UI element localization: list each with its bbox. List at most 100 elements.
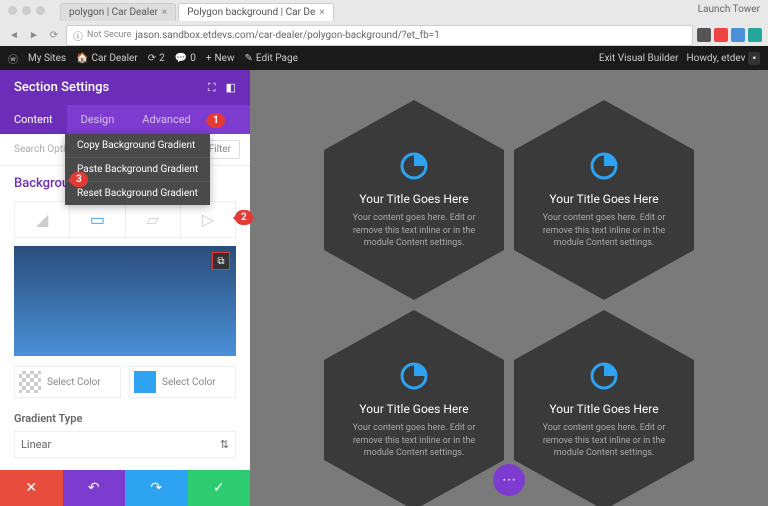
search-row: Search Options + Filter Copy Background …	[0, 134, 250, 166]
drag-icon[interactable]: ◧	[226, 81, 236, 95]
browser-tab-active[interactable]: Polygon background | Car De ×	[178, 3, 333, 21]
image-icon: ▱	[146, 210, 158, 229]
canvas[interactable]: Your Title Goes Here Your content goes h…	[250, 70, 768, 506]
hex-text: Your content goes here. Edit or remove t…	[534, 422, 674, 460]
hexagon-module[interactable]: Your Title Goes Here Your content goes h…	[514, 310, 694, 506]
address-bar: ◄ ► ⟳ ⓘ Not Secure jason.sandbox.etdevs.…	[0, 24, 768, 46]
avatar: ▪	[748, 52, 760, 65]
chevron-down-icon: ⇅	[220, 438, 229, 451]
hex-text: Your content goes here. Edit or remove t…	[534, 212, 674, 250]
maximize-window[interactable]	[36, 6, 45, 15]
tab-title: polygon | Car Dealer	[69, 7, 158, 18]
back-icon[interactable]: ◄	[6, 27, 22, 43]
security-label: Not Secure	[87, 30, 131, 40]
url-field[interactable]: ⓘ Not Secure jason.sandbox.etdevs.com/ca…	[66, 25, 693, 46]
minimize-window[interactable]	[22, 6, 31, 15]
bg-image-tab[interactable]: ▱	[126, 202, 181, 237]
swatch	[19, 371, 41, 393]
swatch	[134, 371, 156, 393]
callout-1: 1	[207, 113, 225, 128]
wp-logo-icon[interactable]: ⓦ	[8, 51, 18, 66]
ctx-copy-gradient[interactable]: Copy Background Gradient	[65, 134, 210, 158]
tab-title: Polygon background | Car De	[187, 7, 315, 18]
tab-design[interactable]: Design	[67, 105, 129, 134]
hexagon-module[interactable]: Your Title Goes Here Your content goes h…	[514, 100, 694, 300]
cancel-button[interactable]: ✕	[0, 470, 63, 506]
comments-link[interactable]: 💬 0	[175, 53, 196, 64]
bg-video-tab[interactable]: ▷	[181, 202, 235, 237]
close-window[interactable]	[8, 6, 17, 15]
hex-title: Your Title Goes Here	[549, 192, 658, 206]
traffic-lights	[8, 6, 45, 15]
paint-icon: ◢	[36, 210, 48, 229]
settings-sidebar: Section Settings ⛶ ◧ Content Design Adva…	[0, 70, 250, 506]
action-bar: ✕ ↶ ↷ ✓	[0, 470, 250, 506]
exit-visual-builder[interactable]: Exit Visual Builder	[599, 53, 679, 64]
expand-icon[interactable]: ⛶	[208, 81, 216, 95]
main: Section Settings ⛶ ◧ Content Design Adva…	[0, 70, 768, 506]
howdy-user[interactable]: Howdy, etdev ▪	[687, 52, 761, 65]
url-text: jason.sandbox.etdevs.com/car-dealer/poly…	[135, 30, 440, 41]
close-icon[interactable]: ×	[162, 7, 167, 18]
gradient-icon: ▭	[90, 210, 105, 229]
color-row: Select Color Select Color	[14, 366, 236, 398]
info-icon: ⓘ	[73, 28, 83, 43]
gradient-type-select[interactable]: Linear⇅	[14, 431, 236, 458]
hexagon-module[interactable]: Your Title Goes Here Your content goes h…	[324, 310, 504, 506]
panel-title: Section Settings	[14, 80, 109, 95]
launch-tower-label: Launch Tower	[698, 4, 760, 15]
edit-page-link[interactable]: ✎ Edit Page	[244, 53, 297, 64]
copy-icon[interactable]: ⧉	[212, 252, 230, 270]
callout-3: 3	[70, 172, 88, 187]
wp-admin-bar: ⓦ My Sites 🏠 Car Dealer ⟳ 2 💬 0 + New ✎ …	[0, 46, 768, 70]
pie-chart-icon	[398, 150, 430, 182]
new-link[interactable]: + New	[206, 53, 235, 64]
ctx-reset-gradient[interactable]: Reset Background Gradient	[65, 182, 210, 205]
hex-text: Your content goes here. Edit or remove t…	[344, 422, 484, 460]
pie-chart-icon	[588, 360, 620, 392]
gradient-preview: ⧉	[14, 246, 236, 356]
hexagon-module[interactable]: Your Title Goes Here Your content goes h…	[324, 100, 504, 300]
updates-link[interactable]: ⟳ 2	[148, 53, 165, 64]
color-picker-2[interactable]: Select Color	[129, 366, 236, 398]
tab-content[interactable]: Content	[0, 105, 67, 134]
hex-title: Your Title Goes Here	[359, 192, 468, 206]
close-icon[interactable]: ×	[319, 7, 324, 18]
pie-chart-icon	[398, 360, 430, 392]
color-picker-1[interactable]: Select Color	[14, 366, 121, 398]
gradient-type-field: Gradient Type Linear⇅	[14, 412, 236, 458]
site-link[interactable]: 🏠 Car Dealer	[76, 53, 138, 64]
hex-grid: Your Title Goes Here Your content goes h…	[324, 100, 694, 506]
reload-icon[interactable]: ⟳	[46, 27, 62, 43]
hex-title: Your Title Goes Here	[359, 402, 468, 416]
bg-gradient-tab[interactable]: ▭	[70, 202, 125, 237]
forward-icon[interactable]: ►	[26, 27, 42, 43]
hex-title: Your Title Goes Here	[549, 402, 658, 416]
extension-icon[interactable]	[748, 28, 762, 42]
background-type-tabs: ◢ ▭ ▱ ▷	[14, 201, 236, 238]
extension-icon[interactable]	[714, 28, 728, 42]
page-settings-fab[interactable]: ⋯	[493, 464, 525, 496]
extension-icon[interactable]	[697, 28, 711, 42]
content-scroll[interactable]: Background ◢ ▭ ▱ ▷ ⧉ Select Color Select…	[0, 166, 250, 470]
hex-text: Your content goes here. Edit or remove t…	[344, 212, 484, 250]
panel-header: Section Settings ⛶ ◧	[0, 70, 250, 105]
my-sites-link[interactable]: My Sites	[28, 53, 66, 64]
extension-icon[interactable]	[731, 28, 745, 42]
tab-advanced[interactable]: Advanced	[128, 105, 204, 134]
browser-chrome: Launch Tower polygon | Car Dealer × Poly…	[0, 0, 768, 46]
color-label: Select Color	[162, 377, 216, 388]
video-icon: ▷	[202, 210, 214, 229]
field-label: Gradient Type	[14, 412, 236, 425]
callout-2: 2	[235, 210, 253, 225]
redo-button[interactable]: ↷	[125, 470, 188, 506]
browser-tab[interactable]: polygon | Car Dealer ×	[60, 3, 176, 21]
save-button[interactable]: ✓	[188, 470, 251, 506]
bg-color-tab[interactable]: ◢	[15, 202, 70, 237]
undo-button[interactable]: ↶	[63, 470, 126, 506]
tab-bar: polygon | Car Dealer × Polygon backgroun…	[0, 0, 768, 24]
context-menu: Copy Background Gradient Paste Backgroun…	[65, 134, 210, 205]
pie-chart-icon	[588, 150, 620, 182]
extension-icons	[697, 28, 762, 42]
color-label: Select Color	[47, 377, 101, 388]
